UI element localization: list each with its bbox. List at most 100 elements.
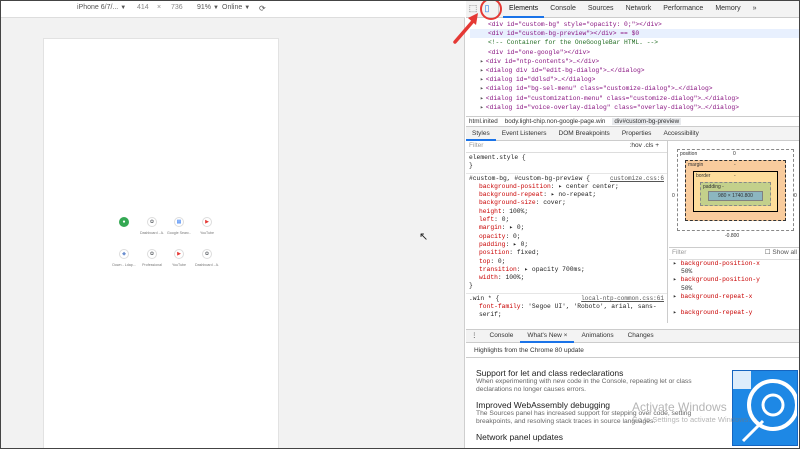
drawer-tab-animations[interactable]: Animations	[574, 329, 620, 343]
drawer-tab-changes[interactable]: Changes	[621, 329, 661, 343]
expand-triangle-icon[interactable]: ▸	[480, 58, 484, 65]
subtab-event-listeners[interactable]: Event Listeners	[496, 127, 553, 141]
css-property[interactable]: height: 100%;	[469, 208, 664, 216]
rule-selector: .win * {	[469, 294, 500, 302]
property-name: top	[479, 257, 491, 265]
property-value: 100%;	[505, 274, 525, 282]
zoom-select[interactable]: 91% ▼	[197, 4, 219, 11]
css-property[interactable]: top: 0;	[469, 258, 664, 266]
ntp-tile[interactable]: ✿ Dashboard - A...	[140, 217, 164, 235]
ntp-tile[interactable]: ▦ Google Searc...	[167, 217, 191, 235]
device-select[interactable]: iPhone 6/7/... ▼	[77, 4, 126, 11]
computed-property[interactable]: ▸ background-repeat-y	[669, 309, 800, 317]
property-name: background-repeat	[479, 191, 544, 199]
css-property[interactable]: background-repeat: ▸ no-repeat;	[469, 191, 664, 199]
tab-network[interactable]: Network	[620, 0, 658, 18]
dom-node-line[interactable]: ▸ <dialog id="customization-menu" class="…	[470, 94, 800, 103]
ntp-tile[interactable]: ●	[112, 217, 136, 231]
subtab-styles[interactable]: Styles	[466, 127, 496, 141]
css-property[interactable]: font-family: 'Segoe UI', 'Roboto', arial…	[469, 303, 659, 320]
chrome-devtools-graphic-icon	[733, 371, 797, 443]
tile-favicon-icon: ●	[119, 217, 129, 227]
computed-filter[interactable]: Filter ☐ Show all	[669, 248, 800, 260]
height-input[interactable]: 736	[171, 4, 183, 11]
styles-area: Filter :hov .cls + element.style { } cus…	[466, 141, 800, 323]
subtab-dom-breakpoints[interactable]: DOM Breakpoints	[553, 127, 616, 141]
hov-cls-buttons[interactable]: :hov .cls +	[630, 142, 659, 150]
dom-node-line-selected[interactable]: <div id="custom-bg-preview"></div> == $0	[470, 29, 800, 39]
more-tabs-button[interactable]: »	[747, 0, 763, 18]
inspect-element-icon[interactable]: ⬚	[466, 2, 480, 16]
news-item[interactable]: Network panel updates	[476, 432, 726, 442]
css-property[interactable]: transition: ▸ opacity 700ms;	[469, 266, 664, 274]
dom-node-line[interactable]: ▸ <dialog div id="edit-bg-dialog">…</dial…	[470, 66, 800, 75]
computed-styles: Filter ☐ Show all ▸ background-position-…	[669, 247, 800, 323]
dom-comment-line[interactable]: <!-- Container for the OneGoogleBar HTML…	[470, 38, 800, 47]
throttle-select[interactable]: Online ▼	[222, 4, 250, 11]
news-description: When experimenting with new code in the …	[476, 378, 692, 393]
width-input[interactable]: 414	[137, 4, 149, 11]
dom-node-text: <dialog id="customization-menu" class="c…	[485, 94, 739, 102]
property-value: 0;	[513, 232, 521, 240]
dom-node-line[interactable]: ▸ <dialog id="bg-sel-menu" class="customi…	[470, 84, 800, 93]
tab-memory[interactable]: Memory	[709, 0, 746, 18]
dom-node-line[interactable]: <div id="custom-bg" style="opacity: 0;">…	[470, 20, 800, 29]
css-property[interactable]: width: 100%;	[469, 274, 664, 282]
dom-node-text: <!-- Container for the OneGoogleBar HTML…	[488, 39, 659, 47]
drawer-menu-icon[interactable]: ⋮	[466, 329, 483, 343]
dom-node-line[interactable]: ▸ <div id="ntp-contents">…</div>	[470, 57, 800, 66]
ntp-tile[interactable]: ◆ Down - Ldap...	[112, 249, 136, 267]
dom-node-line[interactable]: ▸ <dialog id="voice-overlay-dialog" class…	[470, 103, 800, 112]
property-name: position	[479, 249, 510, 257]
show-all-checkbox[interactable]: ☐ Show all	[765, 249, 797, 257]
news-item[interactable]: Support for let and class redeclarations…	[476, 368, 726, 394]
computed-property-value: 50%	[681, 268, 693, 276]
dom-node-line[interactable]: <div id="one-google"></div>	[470, 48, 800, 57]
subtab-properties[interactable]: Properties	[616, 127, 658, 141]
css-property[interactable]: position: fixed;	[469, 249, 664, 257]
subtab-accessibility[interactable]: Accessibility	[657, 127, 704, 141]
ntp-tile[interactable]: ✿ Professional	[140, 249, 164, 267]
computed-property[interactable]: ▸ background-position-y	[669, 276, 800, 284]
breadcrumb-item[interactable]: html.inited	[469, 118, 498, 125]
ntp-tile[interactable]: ✿ Dashboard - A...	[195, 249, 219, 267]
tab-sources[interactable]: Sources	[582, 0, 620, 18]
rule-selector: #custom-bg, #custom-bg-preview {	[469, 174, 590, 182]
device-toolbar: iPhone 6/7/... ▼ 414 × 736 91% ▼ Online ▼ ⟳	[0, 0, 465, 18]
dom-node-text: <dialog id="voice-overlay-dialog" class=…	[485, 103, 739, 111]
box-model-content[interactable]: 980 × 1740.800	[708, 191, 763, 201]
rule-source-link[interactable]: local-ntp-common.css:61	[581, 295, 664, 303]
css-rule: customize.css:6 #custom-bg, #custom-bg-pr…	[466, 174, 667, 294]
expand-triangle-icon[interactable]: ▸	[480, 85, 484, 92]
rotate-icon[interactable]: ⟳	[259, 4, 266, 13]
computed-property[interactable]: ▸ background-position-x	[669, 260, 800, 268]
drawer-tab-console[interactable]: Console	[483, 329, 521, 343]
css-property[interactable]: left: 0;	[469, 216, 664, 224]
close-icon[interactable]: ×	[564, 332, 568, 339]
rule-source-link[interactable]: customize.css:6	[610, 175, 664, 183]
css-property[interactable]: padding: ▸ 0;	[469, 241, 664, 249]
expand-triangle-icon[interactable]: ▸	[480, 95, 484, 102]
ntp-tile[interactable]: ▶ YouTube	[195, 217, 219, 235]
tile-label: Dashboard - A...	[140, 231, 164, 235]
tab-performance[interactable]: Performance	[657, 0, 709, 18]
drawer-tab-whats-new[interactable]: What's New ×	[520, 329, 575, 343]
css-property[interactable]: background-size: cover;	[469, 199, 664, 207]
breadcrumb-item[interactable]: body.light-chip.non-google-page.win	[505, 118, 606, 125]
breadcrumb-item-active[interactable]: div#custom-bg-preview	[612, 118, 682, 125]
expand-triangle-icon[interactable]: ▸	[480, 67, 484, 74]
styles-filter[interactable]: Filter :hov .cls +	[466, 141, 667, 153]
css-property[interactable]: margin: ▸ 0;	[469, 224, 664, 232]
css-property[interactable]: opacity: 0;	[469, 233, 664, 241]
expand-triangle-icon[interactable]: ▸	[480, 76, 484, 83]
ntp-tile[interactable]: ▶ YouTube	[167, 249, 191, 267]
property-name: transition	[479, 265, 517, 273]
position-left-value: 0	[672, 193, 675, 199]
computed-property[interactable]: ▸ background-repeat-x	[669, 293, 800, 301]
css-property[interactable]: background-position: ▸ center center;	[469, 183, 664, 191]
expand-triangle-icon[interactable]: ▸	[480, 104, 484, 111]
dom-node-line[interactable]: ▸ <dialog id="ddlsd">…</dialog>	[470, 75, 800, 84]
computed-property-name: background-repeat-y	[680, 309, 753, 317]
tab-elements[interactable]: Elements	[503, 0, 545, 18]
tab-console[interactable]: Console	[544, 0, 582, 18]
